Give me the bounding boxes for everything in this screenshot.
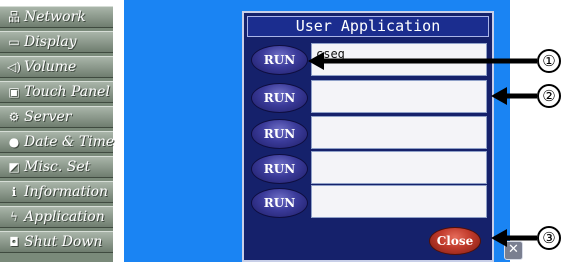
sidebar-item-label: Volume <box>24 59 77 75</box>
close-button[interactable]: Close <box>429 227 481 255</box>
sidebar-item-information[interactable]: ℹ Information <box>0 181 113 203</box>
display-icon: ▭ <box>8 35 20 49</box>
run-button-5[interactable]: RUN <box>251 188 308 218</box>
sidebar-item-date-time[interactable]: ● Date & Time <box>0 131 115 153</box>
app-path-field-4[interactable] <box>311 151 487 184</box>
misc-icon: ◩ <box>8 160 20 174</box>
app-path-field-3[interactable] <box>311 116 487 149</box>
user-application-dialog: User Application RUN cseg RUN RUN RUN RU… <box>242 11 494 262</box>
run-button-3[interactable]: RUN <box>251 119 308 149</box>
app-path-field-2[interactable] <box>311 80 487 113</box>
sidebar-item-label: Application <box>24 209 105 225</box>
sidebar-item-label: Shut Down <box>24 234 103 250</box>
sidebar-item-application[interactable]: ϟ Application <box>0 206 113 228</box>
sidebar-item-label: Touch Panel <box>24 84 110 100</box>
sidebar-item-label: Display <box>24 34 77 50</box>
clock-icon: ● <box>8 135 20 149</box>
sidebar-item-label: Misc. Set <box>24 159 91 175</box>
volume-icon: ◁) <box>7 60 21 74</box>
callout-3: ③ <box>537 226 561 250</box>
callout-2: ② <box>537 84 561 108</box>
shutdown-icon: ◘ <box>9 235 19 249</box>
app-path-field-1[interactable]: cseg <box>311 43 487 76</box>
touch-panel-icon: ▣ <box>8 85 20 99</box>
sidebar-item-label: Information <box>24 184 109 200</box>
sidebar-item-label: Date & Time <box>24 134 115 150</box>
sidebar-item-shut-down[interactable]: ◘ Shut Down <box>0 231 113 253</box>
sidebar-item-misc-set[interactable]: ◩ Misc. Set <box>0 156 113 178</box>
app-path-field-5[interactable] <box>311 185 487 218</box>
sidebar-item-touch-panel[interactable]: ▣ Touch Panel <box>0 81 113 103</box>
dialog-title: User Application <box>247 16 489 37</box>
sidebar-item-label: Network <box>24 9 86 25</box>
sidebar-item-volume[interactable]: ◁) Volume <box>0 56 113 78</box>
sidebar-item-label: Server <box>24 109 72 125</box>
lightning-icon: ϟ <box>10 210 18 224</box>
sidebar-item-display[interactable]: ▭ Display <box>0 31 113 53</box>
network-icon: 品 <box>7 10 20 24</box>
run-button-2[interactable]: RUN <box>251 83 308 113</box>
server-icon: ⚙ <box>8 110 20 124</box>
callout-1: ① <box>537 49 561 73</box>
sidebar: 品 Network ▭ Display ◁) Volume ▣ Touch Panel … <box>0 6 115 262</box>
close-icon[interactable]: ✕ <box>504 241 523 260</box>
sidebar-item-network[interactable]: 品 Network <box>0 6 113 28</box>
run-button-4[interactable]: RUN <box>251 154 308 184</box>
information-icon: ℹ <box>11 185 17 199</box>
sidebar-item-server[interactable]: ⚙ Server <box>0 106 113 128</box>
run-button-1[interactable]: RUN <box>251 45 308 75</box>
